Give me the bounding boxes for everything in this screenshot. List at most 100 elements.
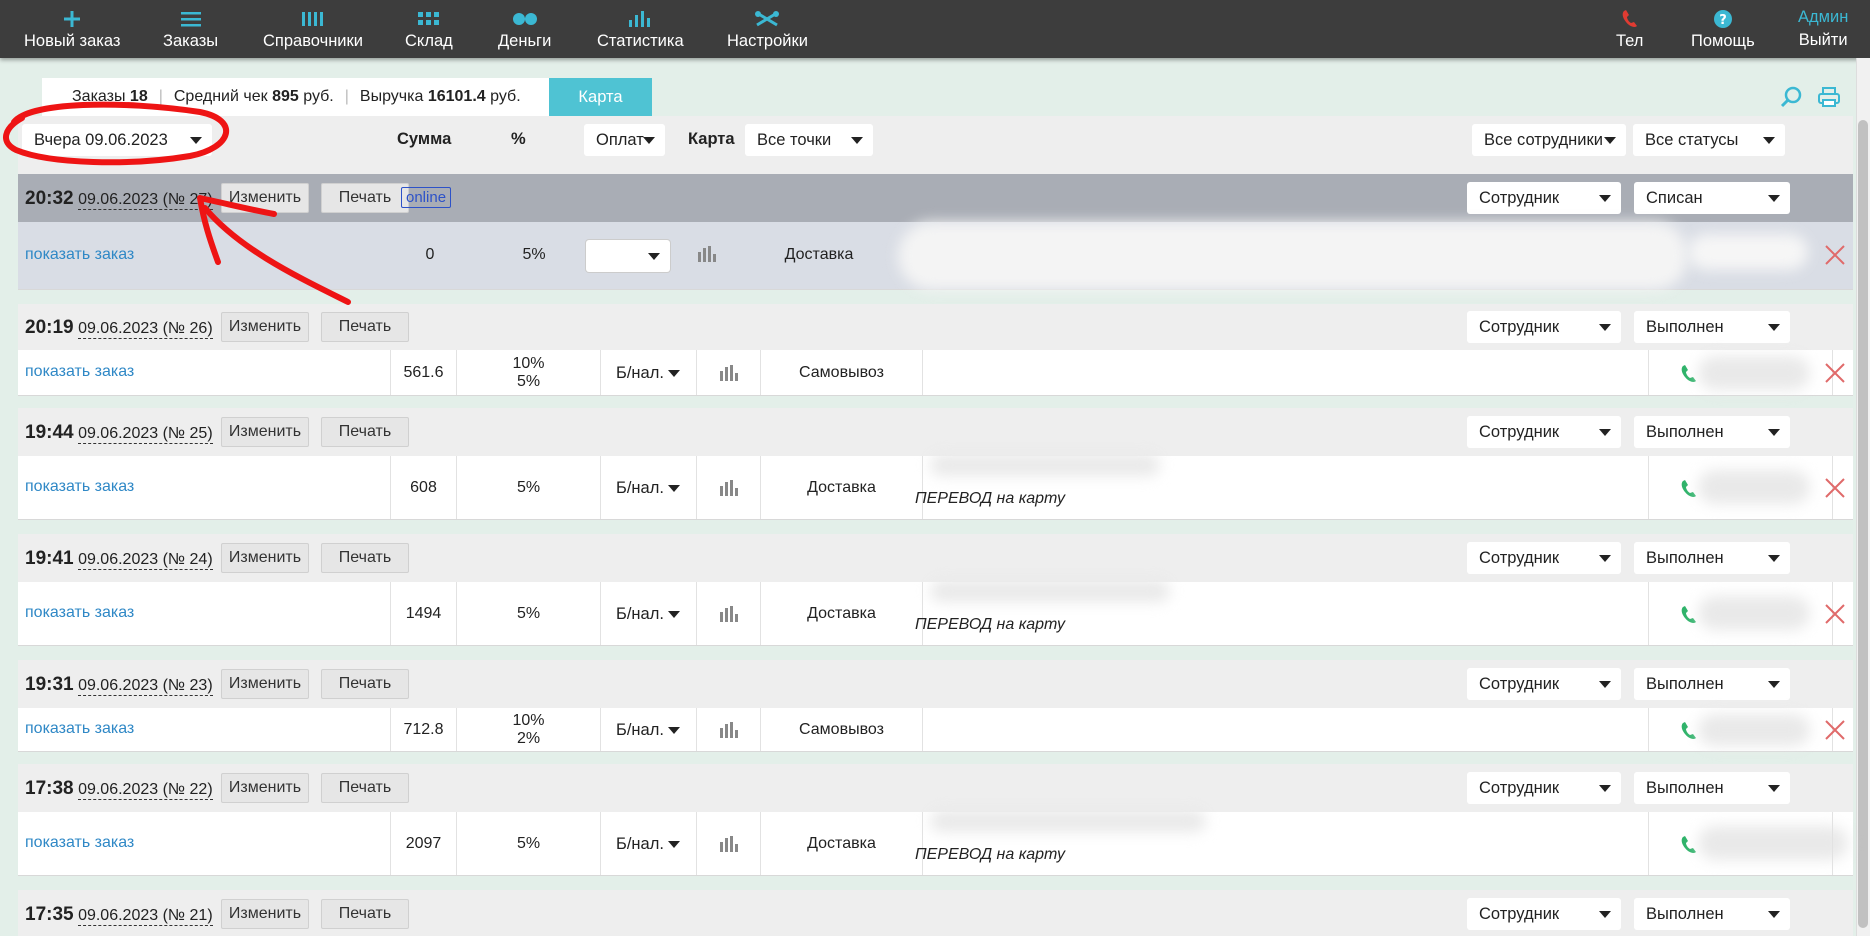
- stats-icon[interactable]: [696, 350, 760, 395]
- print-button[interactable]: Печать: [321, 669, 409, 699]
- logout-label[interactable]: Выйти: [1799, 31, 1848, 50]
- payment-select[interactable]: Б/нал.: [604, 357, 690, 389]
- employee-select[interactable]: Сотрудник: [1467, 542, 1621, 574]
- print-button[interactable]: Печать: [321, 773, 409, 803]
- delete-icon[interactable]: [1824, 477, 1846, 504]
- print-button[interactable]: Печать: [321, 899, 409, 929]
- payment-select[interactable]: Б/нал.: [604, 598, 690, 630]
- edit-button[interactable]: Изменить: [221, 899, 309, 929]
- payment-filter-value: Оплат: [596, 130, 644, 149]
- nav-warehouse[interactable]: Склад: [405, 8, 453, 51]
- payment-select[interactable]: Б/нал.: [604, 714, 690, 746]
- delete-icon[interactable]: [1824, 362, 1846, 389]
- show-order-link[interactable]: показать заказ: [25, 363, 134, 381]
- delete-icon[interactable]: [1824, 719, 1846, 746]
- status-select[interactable]: Выполнен: [1634, 898, 1790, 930]
- stats-icon[interactable]: [696, 456, 760, 519]
- print-button[interactable]: Печать: [321, 312, 409, 342]
- show-order-link[interactable]: показать заказ: [25, 834, 134, 852]
- show-order-link[interactable]: показать заказ: [25, 604, 134, 622]
- order-date-number[interactable]: 09.06.2023 (№ 21): [78, 907, 213, 926]
- edit-button[interactable]: Изменить: [221, 183, 309, 213]
- page-scrollbar[interactable]: [1856, 58, 1870, 936]
- stats-icon[interactable]: [698, 246, 716, 267]
- status-select-value: Выполнен: [1646, 904, 1724, 923]
- show-order-link[interactable]: показать заказ: [25, 720, 134, 738]
- nav-settings[interactable]: Настройки: [727, 8, 808, 51]
- print-icon[interactable]: [1818, 86, 1840, 113]
- nav-stats[interactable]: Статистика: [597, 8, 684, 51]
- edit-button[interactable]: Изменить: [221, 543, 309, 573]
- order-time[interactable]: 20:19 09.06.2023 (№ 26): [25, 317, 213, 339]
- date-filter-value: Вчера 09.06.2023: [34, 130, 168, 149]
- order-time[interactable]: 20:32 09.06.2023 (№ 27): [25, 188, 213, 210]
- order-date-number[interactable]: 09.06.2023 (№ 23): [78, 677, 213, 696]
- nav-user[interactable]: Админ Выйти: [1798, 8, 1848, 50]
- order-date-number[interactable]: 09.06.2023 (№ 25): [78, 425, 213, 444]
- nav-references[interactable]: Справочники: [263, 8, 363, 51]
- points-filter-select[interactable]: Все точки: [745, 124, 873, 156]
- phone-icon: [1681, 835, 1696, 853]
- print-button[interactable]: Печать: [321, 183, 409, 213]
- order-date-number[interactable]: 09.06.2023 (№ 27): [78, 191, 213, 210]
- nav-help[interactable]: ? Помощь: [1691, 8, 1755, 51]
- status-select[interactable]: Списан: [1634, 182, 1790, 214]
- edit-button[interactable]: Изменить: [221, 312, 309, 342]
- delete-icon[interactable]: [1824, 603, 1846, 630]
- payment-select[interactable]: Б/нал.: [604, 472, 690, 504]
- help-icon: ?: [1713, 8, 1733, 30]
- payment-select[interactable]: Б/нал.: [604, 828, 690, 860]
- payment-select[interactable]: [586, 240, 670, 272]
- order-block: 20:19 09.06.2023 (№ 26) Изменить Печать …: [18, 304, 1853, 396]
- employee-select[interactable]: Сотрудник: [1467, 668, 1621, 700]
- order-percent: 5%: [456, 456, 600, 519]
- employee-select[interactable]: Сотрудник: [1467, 416, 1621, 448]
- statuses-filter-select[interactable]: Все статусы: [1633, 124, 1785, 156]
- map-tab[interactable]: Карта: [549, 78, 652, 116]
- edit-button[interactable]: Изменить: [221, 773, 309, 803]
- chevron-down-icon: [1599, 429, 1611, 436]
- order-date-number[interactable]: 09.06.2023 (№ 26): [78, 320, 213, 339]
- employee-select[interactable]: Сотрудник: [1467, 311, 1621, 343]
- nav-phone[interactable]: Тел: [1616, 8, 1643, 51]
- date-filter-select[interactable]: Вчера 09.06.2023: [22, 124, 212, 156]
- status-select[interactable]: Выполнен: [1634, 311, 1790, 343]
- search-icon[interactable]: [1780, 86, 1802, 113]
- print-button[interactable]: Печать: [321, 417, 409, 447]
- payment-select-value: Б/нал.: [616, 604, 664, 623]
- nav-new-order[interactable]: Новый заказ: [24, 8, 120, 51]
- nav-orders[interactable]: Заказы: [163, 8, 218, 51]
- order-time[interactable]: 17:38 09.06.2023 (№ 22): [25, 778, 213, 800]
- grid-icon: [417, 8, 440, 30]
- show-order-link[interactable]: показать заказ: [25, 478, 134, 496]
- print-button[interactable]: Печать: [321, 543, 409, 573]
- employees-filter-select[interactable]: Все сотрудники: [1472, 124, 1626, 156]
- status-select-value: Списан: [1646, 188, 1703, 207]
- status-select[interactable]: Выполнен: [1634, 668, 1790, 700]
- order-time[interactable]: 19:41 09.06.2023 (№ 24): [25, 548, 213, 570]
- employee-select[interactable]: Сотрудник: [1467, 182, 1621, 214]
- delete-icon[interactable]: [1824, 244, 1846, 271]
- stats-icon[interactable]: [696, 812, 760, 875]
- edit-button[interactable]: Изменить: [221, 669, 309, 699]
- order-time[interactable]: 19:44 09.06.2023 (№ 25): [25, 422, 213, 444]
- stats-icon[interactable]: [696, 708, 760, 751]
- nav-label: Новый заказ: [24, 32, 121, 50]
- avg-check-label: Средний чек: [173, 88, 268, 105]
- edit-button[interactable]: Изменить: [221, 417, 309, 447]
- order-time[interactable]: 17:35 09.06.2023 (№ 21): [25, 904, 213, 926]
- order-date-number[interactable]: 09.06.2023 (№ 24): [78, 551, 213, 570]
- scrollbar-thumb[interactable]: [1858, 120, 1868, 928]
- show-order-link[interactable]: показать заказ: [25, 246, 134, 264]
- payment-filter-select[interactable]: Оплат: [584, 124, 665, 156]
- status-select[interactable]: Выполнен: [1634, 772, 1790, 804]
- order-time[interactable]: 19:31 09.06.2023 (№ 23): [25, 674, 213, 696]
- order-date-number[interactable]: 09.06.2023 (№ 22): [78, 781, 213, 800]
- status-select[interactable]: Выполнен: [1634, 416, 1790, 448]
- nav-money[interactable]: Деньги: [498, 8, 551, 51]
- stats-icon[interactable]: [696, 582, 760, 645]
- employee-select[interactable]: Сотрудник: [1467, 898, 1621, 930]
- employee-select[interactable]: Сотрудник: [1467, 772, 1621, 804]
- percent-line: 5%: [516, 372, 541, 390]
- status-select[interactable]: Выполнен: [1634, 542, 1790, 574]
